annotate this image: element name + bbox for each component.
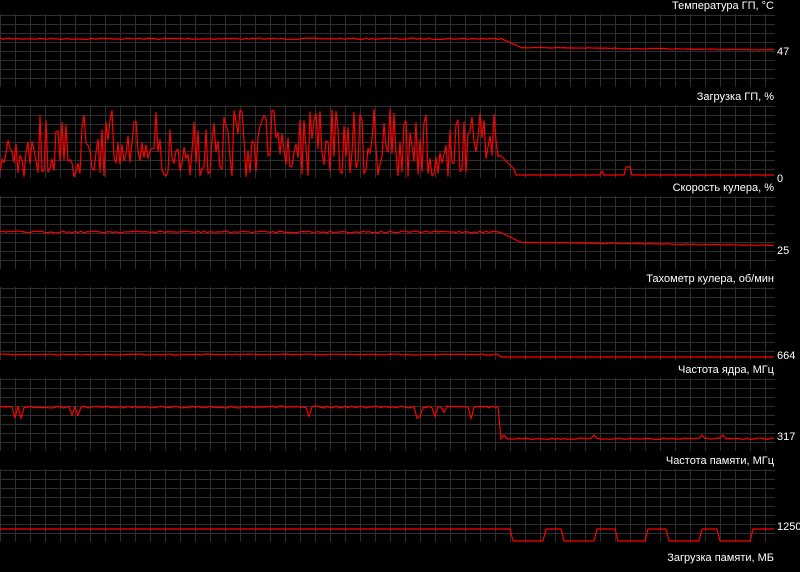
- graph-title: Частота ядра, МГц: [678, 364, 774, 376]
- graph-plot: [0, 105, 775, 178]
- graph-title: Температура ГП, °C: [672, 0, 774, 12]
- graph-plot: [0, 287, 775, 360]
- graph-plot: [0, 14, 775, 87]
- graph-gpu-temperature[interactable]: Температура ГП, °C 47: [0, 0, 800, 91]
- graph-title-memory-usage: Загрузка памяти, МБ: [667, 552, 774, 564]
- current-value: 664: [777, 350, 796, 362]
- current-value: 47: [777, 46, 790, 58]
- trace-line: [0, 528, 774, 542]
- current-value: 25: [777, 245, 790, 257]
- trace-line: [0, 405, 775, 441]
- trace-line: [0, 37, 774, 51]
- graph-title: Загрузка ГП, %: [696, 91, 774, 103]
- grid-lines: [0, 469, 775, 542]
- graph-plot: [0, 378, 775, 451]
- hardware-monitor-window: Температура ГП, °C 47 Загрузка ГП, % 0 С…: [0, 0, 800, 572]
- grid-lines: [0, 14, 775, 87]
- graph-fan-speed[interactable]: Скорость кулера, % 25: [0, 182, 800, 273]
- graph-plot: [0, 469, 775, 542]
- graph-plot: [0, 196, 775, 269]
- current-value: 1250: [777, 521, 800, 533]
- grid-lines: [0, 105, 775, 178]
- graph-core-clock[interactable]: Частота ядра, МГц 317: [0, 364, 800, 455]
- grid-lines: [0, 287, 775, 360]
- graph-fan-tachometer[interactable]: Тахометр кулера, об/мин 664: [0, 273, 800, 364]
- graph-title: Частота памяти, МГц: [665, 455, 774, 467]
- graph-title: Скорость кулера, %: [672, 182, 774, 194]
- graph-gpu-load[interactable]: Загрузка ГП, % 0: [0, 91, 800, 185]
- grid-lines: [0, 378, 775, 451]
- current-value: 317: [777, 431, 796, 443]
- trace-line: [0, 353, 774, 358]
- graph-memory-clock[interactable]: Частота памяти, МГц 1250: [0, 455, 800, 546]
- graph-title: Тахометр кулера, об/мин: [646, 273, 774, 285]
